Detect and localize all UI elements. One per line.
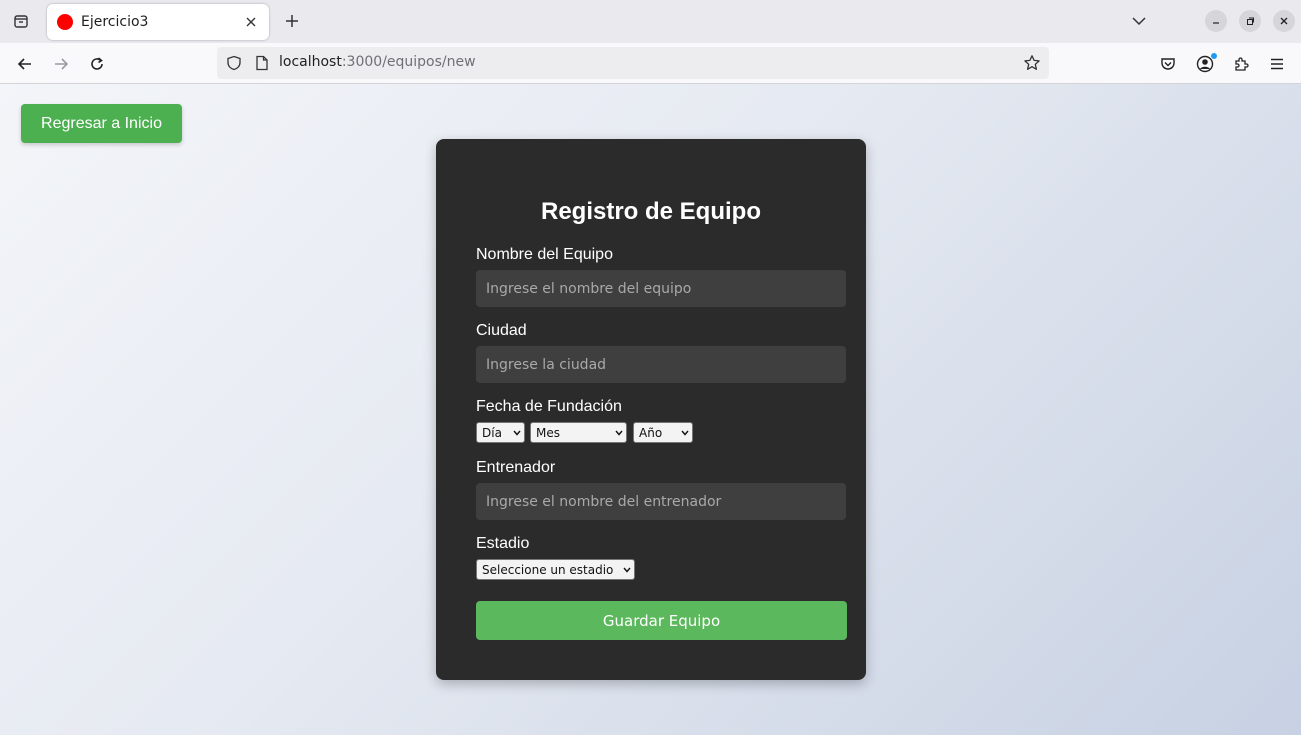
restore-icon[interactable] bbox=[1239, 10, 1261, 32]
day-select[interactable]: Día bbox=[476, 422, 525, 443]
close-window-icon[interactable] bbox=[1273, 10, 1295, 32]
form-title: Registro de Equipo bbox=[540, 198, 761, 225]
close-icon[interactable] bbox=[239, 10, 263, 34]
shield-icon[interactable] bbox=[223, 52, 245, 74]
month-select[interactable]: Mes bbox=[530, 422, 627, 443]
entrenador-label: Entrenador bbox=[476, 459, 556, 476]
chevron-down-icon bbox=[620, 567, 634, 573]
arrow-right-icon[interactable] bbox=[47, 50, 75, 78]
stadium-select[interactable]: Seleccione un estadio bbox=[476, 559, 635, 580]
nombre-label: Nombre del Equipo bbox=[476, 246, 613, 263]
fecha-label: Fecha de Fundación bbox=[476, 398, 622, 415]
navigation-bar: localhost:3000/equipos/new bbox=[0, 43, 1301, 84]
chevron-down-icon bbox=[510, 430, 524, 436]
page-viewport: Regresar a Inicio Registro de Equipo Nom… bbox=[0, 84, 1301, 735]
arrow-left-icon[interactable] bbox=[11, 50, 39, 78]
chevron-down-icon[interactable] bbox=[1126, 8, 1152, 34]
stadium-select-value: Seleccione un estadio bbox=[482, 562, 614, 577]
tab-list-icon[interactable] bbox=[8, 8, 34, 34]
url-host: localhost bbox=[279, 54, 342, 70]
plus-icon[interactable] bbox=[279, 8, 305, 34]
team-name-input[interactable] bbox=[476, 270, 846, 307]
account-icon[interactable] bbox=[1191, 50, 1219, 78]
month-select-value: Mes bbox=[536, 425, 560, 440]
coach-input[interactable] bbox=[476, 483, 846, 520]
chevron-down-icon bbox=[612, 430, 626, 436]
url-text: localhost:3000/equipos/new bbox=[279, 54, 476, 70]
minimize-icon[interactable] bbox=[1205, 10, 1227, 32]
page-icon[interactable] bbox=[251, 52, 273, 74]
city-input[interactable] bbox=[476, 346, 846, 383]
back-to-home-button[interactable]: Regresar a Inicio bbox=[21, 104, 182, 143]
ciudad-label: Ciudad bbox=[476, 322, 527, 339]
save-team-button[interactable]: Guardar Equipo bbox=[476, 601, 847, 640]
notification-dot bbox=[1211, 53, 1217, 59]
url-path: :3000/equipos/new bbox=[341, 54, 476, 70]
reload-icon[interactable] bbox=[83, 50, 111, 78]
tab-bar: Ejercicio3 bbox=[0, 0, 1301, 43]
pocket-icon[interactable] bbox=[1154, 50, 1182, 78]
puzzle-icon[interactable] bbox=[1227, 50, 1255, 78]
browser-tab[interactable]: Ejercicio3 bbox=[47, 4, 269, 40]
url-bar[interactable]: localhost:3000/equipos/new bbox=[217, 47, 1049, 79]
team-form-card: Registro de Equipo Nombre del Equipo Ciu… bbox=[436, 139, 866, 680]
day-select-value: Día bbox=[482, 425, 502, 440]
estadio-label: Estadio bbox=[476, 535, 530, 552]
year-select[interactable]: Año bbox=[633, 422, 693, 443]
year-select-value: Año bbox=[639, 425, 663, 440]
chevron-down-icon bbox=[678, 430, 692, 436]
hamburger-icon[interactable] bbox=[1263, 50, 1291, 78]
star-icon[interactable] bbox=[1021, 52, 1043, 74]
tab-title: Ejercicio3 bbox=[81, 14, 149, 30]
favicon-icon bbox=[57, 14, 73, 30]
